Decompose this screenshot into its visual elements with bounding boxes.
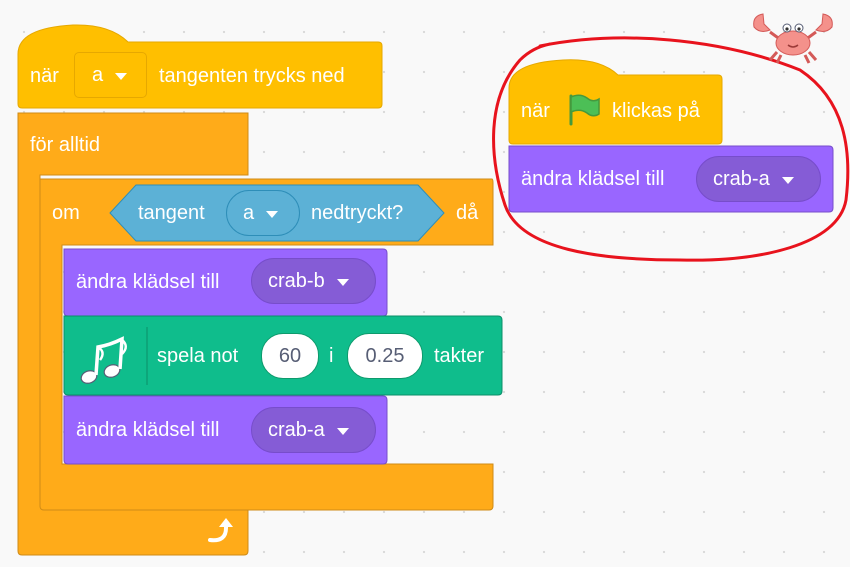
if-suffix-text: då: [456, 202, 479, 224]
chevron-down-icon: [336, 428, 349, 435]
key-dropdown[interactable]: a: [74, 52, 147, 98]
condition-key-value: a: [243, 201, 255, 224]
costume-dropdown-2[interactable]: crab-a: [251, 407, 376, 453]
condition-key-dropdown[interactable]: a: [226, 190, 300, 236]
hat-prefix-text: när: [30, 65, 59, 87]
flag-hat-prefix: när: [521, 100, 550, 122]
play-note-prefix: spela not: [157, 345, 239, 367]
costume-dropdown-right[interactable]: crab-a: [696, 156, 821, 202]
chevron-down-icon: [336, 279, 349, 286]
costume-dropdown-2-value: crab-a: [268, 418, 325, 441]
play-note-suffix: takter: [434, 345, 485, 367]
switch-costume-2-label: ändra klädsel till: [76, 419, 220, 441]
costume-dropdown-1[interactable]: crab-b: [251, 258, 376, 304]
costume-dropdown-right-value: crab-a: [713, 167, 770, 190]
forever-label: för alltid: [30, 134, 101, 156]
key-dropdown-value: a: [92, 63, 104, 86]
condition-prefix-text: tangent: [138, 202, 205, 224]
beats-input[interactable]: 0.25: [347, 333, 423, 379]
switch-costume-right-label: ändra klädsel till: [521, 168, 665, 190]
switch-costume-1-label: ändra klädsel till: [76, 271, 220, 293]
hat-suffix-text: tangenten trycks ned: [159, 65, 345, 87]
costume-dropdown-1-value: crab-b: [268, 269, 325, 292]
chevron-down-icon: [781, 177, 794, 184]
if-prefix-text: om: [52, 202, 80, 224]
condition-suffix-text: nedtryckt?: [311, 202, 404, 224]
play-note-middle: i: [329, 345, 334, 367]
flag-hat-suffix: klickas på: [612, 100, 700, 122]
chevron-down-icon: [266, 211, 279, 218]
chevron-down-icon: [115, 73, 128, 80]
note-input[interactable]: 60: [261, 333, 319, 379]
